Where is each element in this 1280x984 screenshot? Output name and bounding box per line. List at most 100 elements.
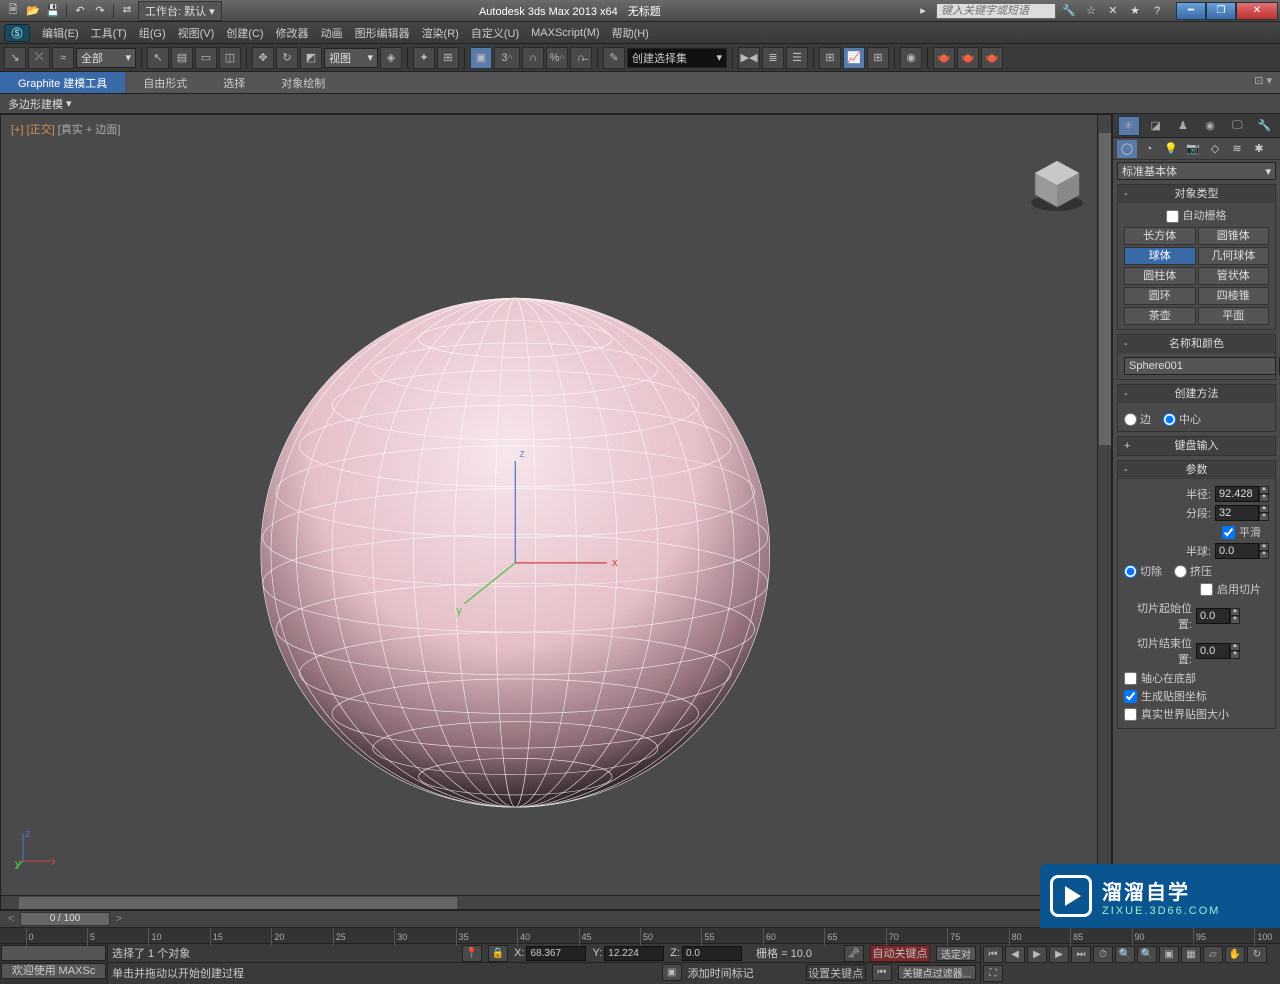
menu-views[interactable]: 视图(V)	[172, 23, 221, 43]
edit-named-sel-icon[interactable]: ✎	[603, 47, 625, 69]
signin-icon[interactable]: ☆	[1082, 3, 1100, 19]
view-cube[interactable]	[1027, 155, 1087, 215]
next-frame-icon[interactable]: ▶	[1049, 946, 1069, 963]
qat-redo-icon[interactable]: ↷	[91, 3, 109, 19]
select-link-icon[interactable]: ↘	[4, 47, 26, 69]
percent-snap-icon[interactable]: ∩	[522, 47, 544, 69]
parameters-rollout-header[interactable]: 参数	[1118, 461, 1275, 479]
qat-new-icon[interactable]: 🗎	[4, 3, 22, 19]
systems-tab-icon[interactable]: ✱	[1249, 140, 1269, 158]
zoom-all-icon[interactable]: 🔍	[1137, 946, 1157, 963]
obj-geosphere[interactable]: 几何球体	[1198, 247, 1270, 265]
obj-pyramid[interactable]: 四棱锥	[1198, 287, 1270, 305]
menu-animation[interactable]: 动画	[315, 23, 349, 43]
unlink-icon[interactable]: ⤫	[28, 47, 50, 69]
obj-cylinder[interactable]: 圆柱体	[1124, 267, 1196, 285]
spinner-snap-icon[interactable]: %∩	[546, 47, 568, 69]
creation-center-radio[interactable]: 中心	[1163, 411, 1201, 427]
layer-manager-icon[interactable]: ☰	[786, 47, 808, 69]
ribbon-panel-poly[interactable]: 多边形建模 ▾	[0, 94, 1280, 114]
cameras-tab-icon[interactable]: 📷	[1183, 140, 1203, 158]
render-setup-icon[interactable]: 🫖	[933, 47, 955, 69]
hemisphere-spinner[interactable]: ▲▼	[1215, 543, 1269, 559]
lights-tab-icon[interactable]: 💡	[1161, 140, 1181, 158]
coord-z-input[interactable]	[682, 946, 742, 961]
ribbon-tab-selection[interactable]: 选择	[205, 72, 263, 93]
snap-lock-icon[interactable]: ∩̶	[570, 47, 592, 69]
base-pivot-checkbox[interactable]	[1124, 672, 1137, 685]
qat-save-icon[interactable]: 💾	[44, 3, 62, 19]
key-filters-button[interactable]: 关键点过滤器...	[898, 965, 976, 980]
viewport-scroll-h[interactable]	[1, 895, 1097, 909]
menu-create[interactable]: 创建(C)	[220, 23, 269, 43]
select-region-rect-icon[interactable]: ▭	[195, 47, 217, 69]
generate-uv-checkbox[interactable]	[1124, 690, 1137, 703]
qat-undo-icon[interactable]: ↶	[71, 3, 89, 19]
time-slider[interactable]: < 0 / 100 >	[0, 911, 1280, 928]
help-caret-icon[interactable]: ▸	[914, 3, 932, 19]
spacewarps-tab-icon[interactable]: ≋	[1227, 140, 1247, 158]
bind-space-warp-icon[interactable]: ≈	[52, 47, 74, 69]
material-editor-icon[interactable]: ◉	[900, 47, 922, 69]
fov-icon[interactable]: ▱	[1203, 946, 1223, 963]
selection-lock-icon[interactable]: 🔒	[488, 945, 508, 962]
select-scale-icon[interactable]: ◩	[300, 47, 322, 69]
pan-icon[interactable]: ✋	[1225, 946, 1245, 963]
obj-cone[interactable]: 圆锥体	[1198, 227, 1270, 245]
goto-end-icon[interactable]: ⏭	[1071, 946, 1091, 963]
help-icon[interactable]: ?	[1148, 3, 1166, 19]
exchange-icon[interactable]: ✕	[1104, 3, 1122, 19]
zoom-icon[interactable]: 🔍	[1115, 946, 1135, 963]
snap-toggle-icon[interactable]: ▣	[470, 47, 492, 69]
schematic-view-icon[interactable]: ⊞	[867, 47, 889, 69]
obj-tube[interactable]: 管状体	[1198, 267, 1270, 285]
angle-snap-icon[interactable]: 3∩	[494, 47, 520, 69]
lock-selection-icon[interactable]: 📍	[462, 945, 482, 962]
obj-teapot[interactable]: 茶壶	[1124, 307, 1196, 325]
curve-editor-icon[interactable]: 📈	[843, 47, 865, 69]
object-name-input[interactable]	[1124, 357, 1276, 375]
select-rotate-icon[interactable]: ↻	[276, 47, 298, 69]
real-world-checkbox[interactable]	[1124, 708, 1137, 721]
obj-sphere[interactable]: 球体	[1124, 247, 1196, 265]
named-selection-dropdown[interactable]: 创建选择集▾	[627, 48, 727, 68]
goto-start-icon[interactable]: ⏮	[983, 946, 1003, 963]
keyboard-shortcut-icon[interactable]: ⊞	[437, 47, 459, 69]
creation-edge-radio[interactable]: 边	[1124, 411, 1151, 427]
prev-frame-icon[interactable]: ◀	[1005, 946, 1025, 963]
coord-x-input[interactable]	[526, 946, 586, 961]
create-panel-tab[interactable]: ✳	[1118, 116, 1140, 136]
isolate-icon[interactable]: ▣	[662, 964, 682, 981]
orbit-icon[interactable]: ↻	[1247, 946, 1267, 963]
select-by-name-icon[interactable]: ▤	[171, 47, 193, 69]
rendered-frame-icon[interactable]: 🫖	[957, 47, 979, 69]
qat-link-icon[interactable]: ⮂	[118, 3, 136, 19]
workspace-dropdown[interactable]: 工作台: 默认 ▾	[138, 1, 222, 21]
play-icon[interactable]: ▶	[1027, 946, 1047, 963]
maximize-viewport-icon[interactable]: ⛶	[983, 965, 1003, 982]
select-move-icon[interactable]: ✥	[252, 47, 274, 69]
slice-on-checkbox[interactable]	[1200, 583, 1213, 596]
hierarchy-panel-tab[interactable]: ♟	[1172, 116, 1194, 136]
geometry-tab-icon[interactable]: ◯	[1117, 140, 1137, 158]
display-panel-tab[interactable]: 🖵	[1226, 116, 1248, 136]
utilities-panel-tab[interactable]: 🔧	[1253, 116, 1275, 136]
window-crossing-icon[interactable]: ◫	[219, 47, 241, 69]
motion-panel-tab[interactable]: ◉	[1199, 116, 1221, 136]
align-icon[interactable]: ≣	[762, 47, 784, 69]
ribbon-tab-paint[interactable]: 对象绘制	[263, 72, 343, 93]
zoom-extents-all-icon[interactable]: ▦	[1181, 946, 1201, 963]
mirror-icon[interactable]: ▶◀	[738, 47, 760, 69]
coord-y-input[interactable]	[604, 946, 664, 961]
key-mode-icon[interactable]: 🗝	[844, 945, 864, 962]
shapes-tab-icon[interactable]: ◔	[1139, 140, 1159, 158]
obj-torus[interactable]: 圆环	[1124, 287, 1196, 305]
favorite-icon[interactable]: ★	[1126, 3, 1144, 19]
auto-grid-checkbox[interactable]	[1166, 210, 1179, 223]
reference-coord-dropdown[interactable]: 视图▾	[324, 48, 378, 68]
key-prev-icon[interactable]: ⏮	[872, 964, 892, 981]
auto-key-button[interactable]: 自动关键点	[870, 945, 930, 962]
render-production-icon[interactable]: 🫖	[981, 47, 1003, 69]
viewport[interactable]: [+] [正交] [真实 + 边面]	[0, 114, 1112, 910]
select-object-icon[interactable]: ↖	[147, 47, 169, 69]
